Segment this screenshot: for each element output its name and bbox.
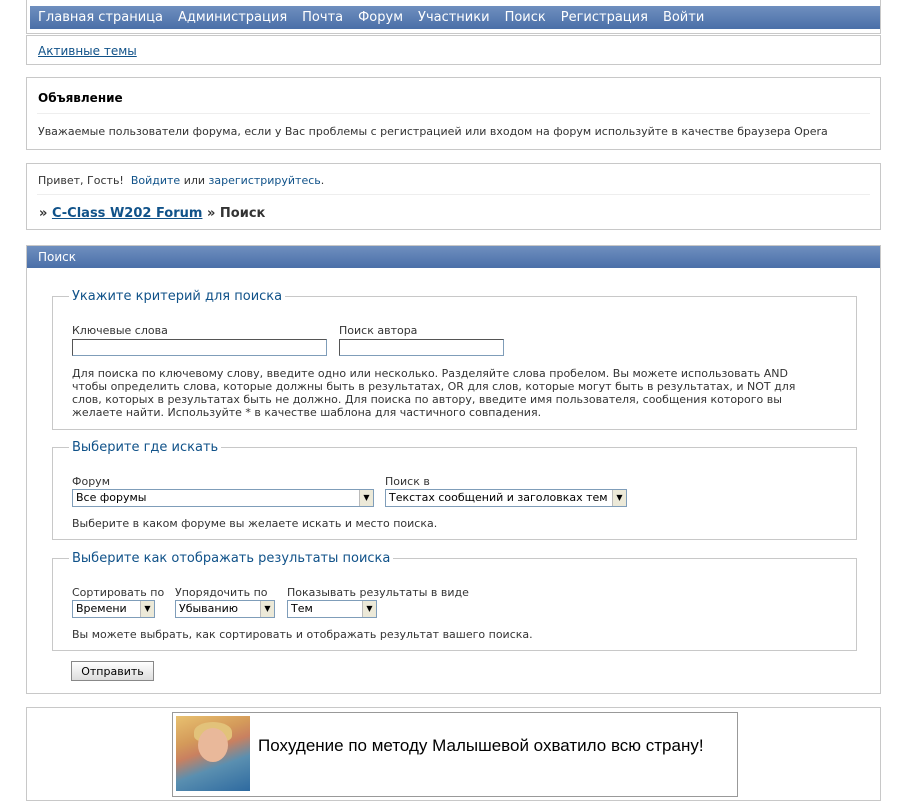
nav-bar: Главная страница Администрация Почта Фор… bbox=[30, 6, 880, 29]
criteria-legend: Укажите критерий для поиска bbox=[72, 289, 283, 304]
keywords-label: Ключевые слова bbox=[72, 324, 168, 337]
order-select-value: Убыванию bbox=[179, 602, 238, 615]
greeting-panel: Привет, Гость! Войдите или зарегистрируй… bbox=[26, 163, 881, 230]
chevron-down-icon: ▼ bbox=[140, 601, 154, 617]
forum-select[interactable]: Все форумы ▼ bbox=[72, 489, 374, 507]
nav-item-register[interactable]: Регистрация bbox=[561, 10, 648, 25]
display-help-text: Вы можете выбрать, как сортировать и ото… bbox=[72, 628, 533, 641]
forum-select-value: Все форумы bbox=[76, 491, 147, 504]
sort-select-value: Времени bbox=[76, 602, 127, 615]
nav-item-home[interactable]: Главная страница bbox=[38, 10, 163, 25]
ad-banner[interactable]: Похудение по методу Малышевой охватило в… bbox=[172, 712, 738, 797]
where-legend: Выберите где искать bbox=[72, 440, 219, 455]
forum-label: Форум bbox=[72, 475, 110, 488]
search-in-select-value: Текстах сообщений и заголовках тем bbox=[389, 491, 608, 504]
display-fieldset: Выберите как отображать результаты поиск… bbox=[52, 551, 857, 651]
register-link[interactable]: зарегистрируйтесь bbox=[209, 174, 321, 187]
search-in-label: Поиск в bbox=[385, 475, 430, 488]
submit-button[interactable]: Отправить bbox=[71, 661, 154, 681]
order-label: Упорядочить по bbox=[175, 586, 268, 599]
ad-image-face bbox=[198, 728, 228, 762]
show-results-select-value: Тем bbox=[291, 602, 313, 615]
sort-label: Сортировать по bbox=[72, 586, 165, 599]
show-results-label: Показывать результаты в виде bbox=[287, 586, 469, 599]
criteria-fieldset: Укажите критерий для поиска Ключевые сло… bbox=[52, 289, 857, 430]
chevron-down-icon: ▼ bbox=[612, 490, 626, 506]
nav-item-forum[interactable]: Форум bbox=[358, 10, 403, 25]
nav-item-members[interactable]: Участники bbox=[418, 10, 490, 25]
breadcrumb: » C-Class W202 Forum » Поиск bbox=[39, 206, 265, 221]
greeting-prefix: Привет, Гость! bbox=[38, 174, 124, 187]
active-topics-bar: Активные темы bbox=[26, 35, 881, 65]
announcement-text: Уважаемые пользователи форума, если у Ва… bbox=[38, 125, 828, 138]
greeting-or: или bbox=[183, 174, 206, 187]
criteria-help-text: Для поиска по ключевому слову, введите о… bbox=[72, 367, 796, 419]
order-select[interactable]: Убыванию ▼ bbox=[175, 600, 275, 618]
breadcrumb-separator: » bbox=[39, 206, 48, 221]
nav-item-login[interactable]: Войти bbox=[663, 10, 704, 25]
show-results-select[interactable]: Тем ▼ bbox=[287, 600, 377, 618]
nav-item-administration[interactable]: Администрация bbox=[178, 10, 287, 25]
display-legend: Выберите как отображать результаты поиск… bbox=[72, 551, 391, 566]
active-topics-link[interactable]: Активные темы bbox=[38, 44, 137, 58]
sort-select[interactable]: Времени ▼ bbox=[72, 600, 155, 618]
author-label: Поиск автора bbox=[339, 324, 418, 337]
login-link[interactable]: Войдите bbox=[131, 174, 180, 187]
nav-item-search[interactable]: Поиск bbox=[505, 10, 546, 25]
announcement-panel: Объявление Уважаемые пользователи форума… bbox=[26, 77, 881, 150]
top-navigation: Главная страница Администрация Почта Фор… bbox=[26, 0, 881, 34]
divider bbox=[37, 194, 870, 195]
greeting-suffix: . bbox=[320, 174, 325, 187]
announcement-title: Объявление bbox=[38, 91, 123, 105]
search-panel: Поиск Укажите критерий для поиска Ключев… bbox=[26, 245, 881, 694]
where-help-text: Выберите в каком форуме вы желаете искат… bbox=[72, 517, 438, 530]
breadcrumb-forum-link[interactable]: C-Class W202 Forum bbox=[52, 206, 203, 221]
search-panel-header: Поиск bbox=[27, 246, 880, 268]
greeting-line: Привет, Гость! Войдите или зарегистрируй… bbox=[38, 174, 324, 187]
breadcrumb-current: Поиск bbox=[219, 206, 266, 221]
breadcrumb-separator: » bbox=[206, 206, 216, 221]
author-input[interactable] bbox=[339, 339, 504, 356]
divider bbox=[37, 113, 870, 114]
ad-text[interactable]: Похудение по методу Малышевой охватило в… bbox=[258, 736, 704, 756]
chevron-down-icon: ▼ bbox=[359, 490, 373, 506]
chevron-down-icon: ▼ bbox=[362, 601, 376, 617]
keywords-input[interactable] bbox=[72, 339, 327, 356]
where-fieldset: Выберите где искать Форум Все форумы ▼ П… bbox=[52, 440, 857, 540]
ad-image[interactable] bbox=[176, 716, 250, 791]
ad-panel: Похудение по методу Малышевой охватило в… bbox=[26, 707, 881, 801]
nav-item-mail[interactable]: Почта bbox=[302, 10, 343, 25]
search-in-select[interactable]: Текстах сообщений и заголовках тем ▼ bbox=[385, 489, 627, 507]
chevron-down-icon: ▼ bbox=[260, 601, 274, 617]
